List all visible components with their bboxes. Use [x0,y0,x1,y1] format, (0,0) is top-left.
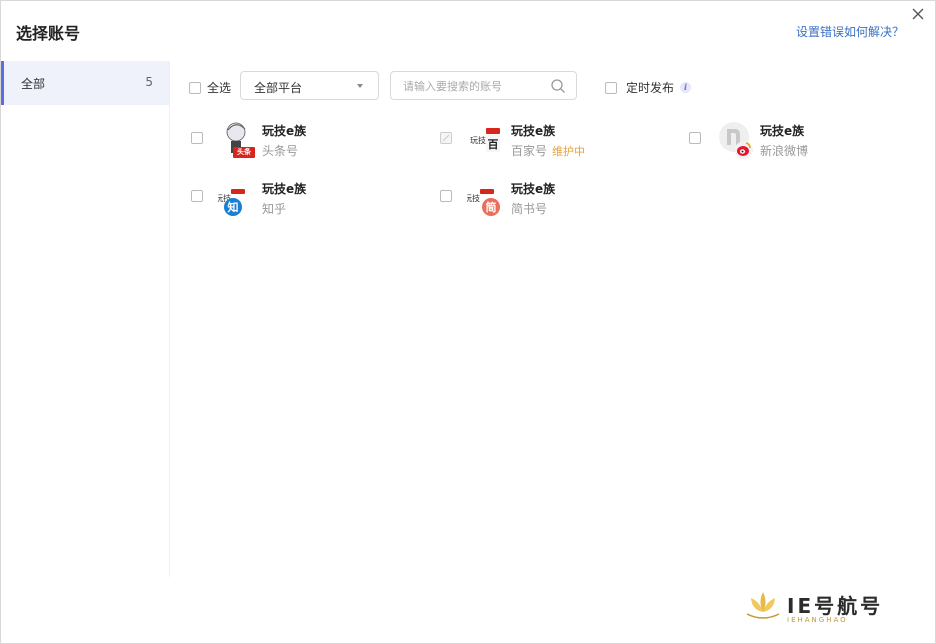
account-platform: 新浪微博 [760,142,808,159]
sidebar: 全部 5 [1,61,170,577]
account-platform-label: 知乎 [262,202,287,216]
status-badge: 维护中 [552,145,586,158]
account-platform: 百家号 维护中 [511,142,585,159]
zhihu-icon: 玩技 知 [215,178,256,218]
help-link[interactable]: 设置错误如何解决？ [796,23,904,40]
select-all[interactable]: 全选 [189,79,231,96]
account-platform: 简书号 [511,200,547,217]
search-input[interactable] [403,76,543,96]
toutiao-icon: 头条 [218,120,256,160]
svg-text:玩技: 玩技 [467,193,480,203]
account-platform: 知乎 [262,200,286,217]
account-name: 玩技e族 [760,124,805,138]
account-item[interactable]: 头条 玩技e族 头条号 [191,120,391,164]
lotus-icon [746,592,780,619]
close-icon [912,8,924,20]
dialog-title: 选择账号 [16,24,81,43]
sidebar-item-count: 5 [145,75,153,89]
select-account-dialog: 选择账号 设置错误如何解决？ 全部 5 全选 全部平台 定时发布 i [0,0,936,644]
baijia-badge-text: 百 [487,138,499,151]
close-button[interactable] [909,5,927,23]
search-box [390,71,577,100]
watermark-subtext: IEHANGHAO [787,616,848,624]
platform-select[interactable]: 全部平台 [240,71,379,100]
account-platform-label: 头条号 [262,144,299,158]
weibo-icon [716,120,754,160]
select-all-label: 全选 [207,81,232,95]
jianshu-icon: 玩技 简 [464,178,505,218]
account-item[interactable]: 玩技 知 玩技e族 知乎 [191,178,391,222]
scheduled-publish-checkbox[interactable] [605,81,617,94]
watermark-logo: IE号航号 IEHANGHAO [743,586,923,630]
account-name: 玩技e族 [262,124,307,138]
sidebar-item-all[interactable]: 全部 5 [1,61,169,105]
scheduled-publish[interactable]: 定时发布 i [605,79,692,96]
account-platform-label: 简书号 [511,202,548,216]
account-item[interactable]: 玩技 简 玩技e族 简书号 [440,178,640,222]
account-name: 玩技e族 [262,182,307,196]
jianshu-badge-text: 简 [485,201,497,214]
svg-text:玩技: 玩技 [470,135,486,145]
account-item[interactable]: 玩技e族 新浪微博 [689,120,889,164]
account-platform-label: 百家号 [511,144,548,158]
baijiahao-icon: 玩技 百 [467,120,505,160]
account-checkbox[interactable] [191,132,203,144]
account-name: 玩技e族 [511,124,556,138]
account-checkbox[interactable] [440,190,452,202]
account-checkbox [440,132,452,144]
watermark-text: IE号航号 [787,594,884,618]
select-all-checkbox[interactable] [189,81,201,94]
scheduled-publish-label: 定时发布 [626,81,675,95]
account-item[interactable]: 玩技 百 玩技e族 百家号 维护中 [440,120,640,164]
zhihu-badge-text: 知 [227,201,239,214]
platform-select-value: 全部平台 [254,81,303,95]
info-icon[interactable]: i [680,82,692,93]
account-checkbox[interactable] [689,132,701,144]
caret-down-icon [357,84,363,88]
account-checkbox[interactable] [191,190,203,202]
toutiao-badge-text: 头条 [237,148,251,156]
search-icon[interactable] [550,78,566,94]
account-platform: 头条号 [262,142,298,159]
account-platform-label: 新浪微博 [760,144,809,158]
account-name: 玩技e族 [511,182,556,196]
sidebar-item-label: 全部 [21,77,46,91]
